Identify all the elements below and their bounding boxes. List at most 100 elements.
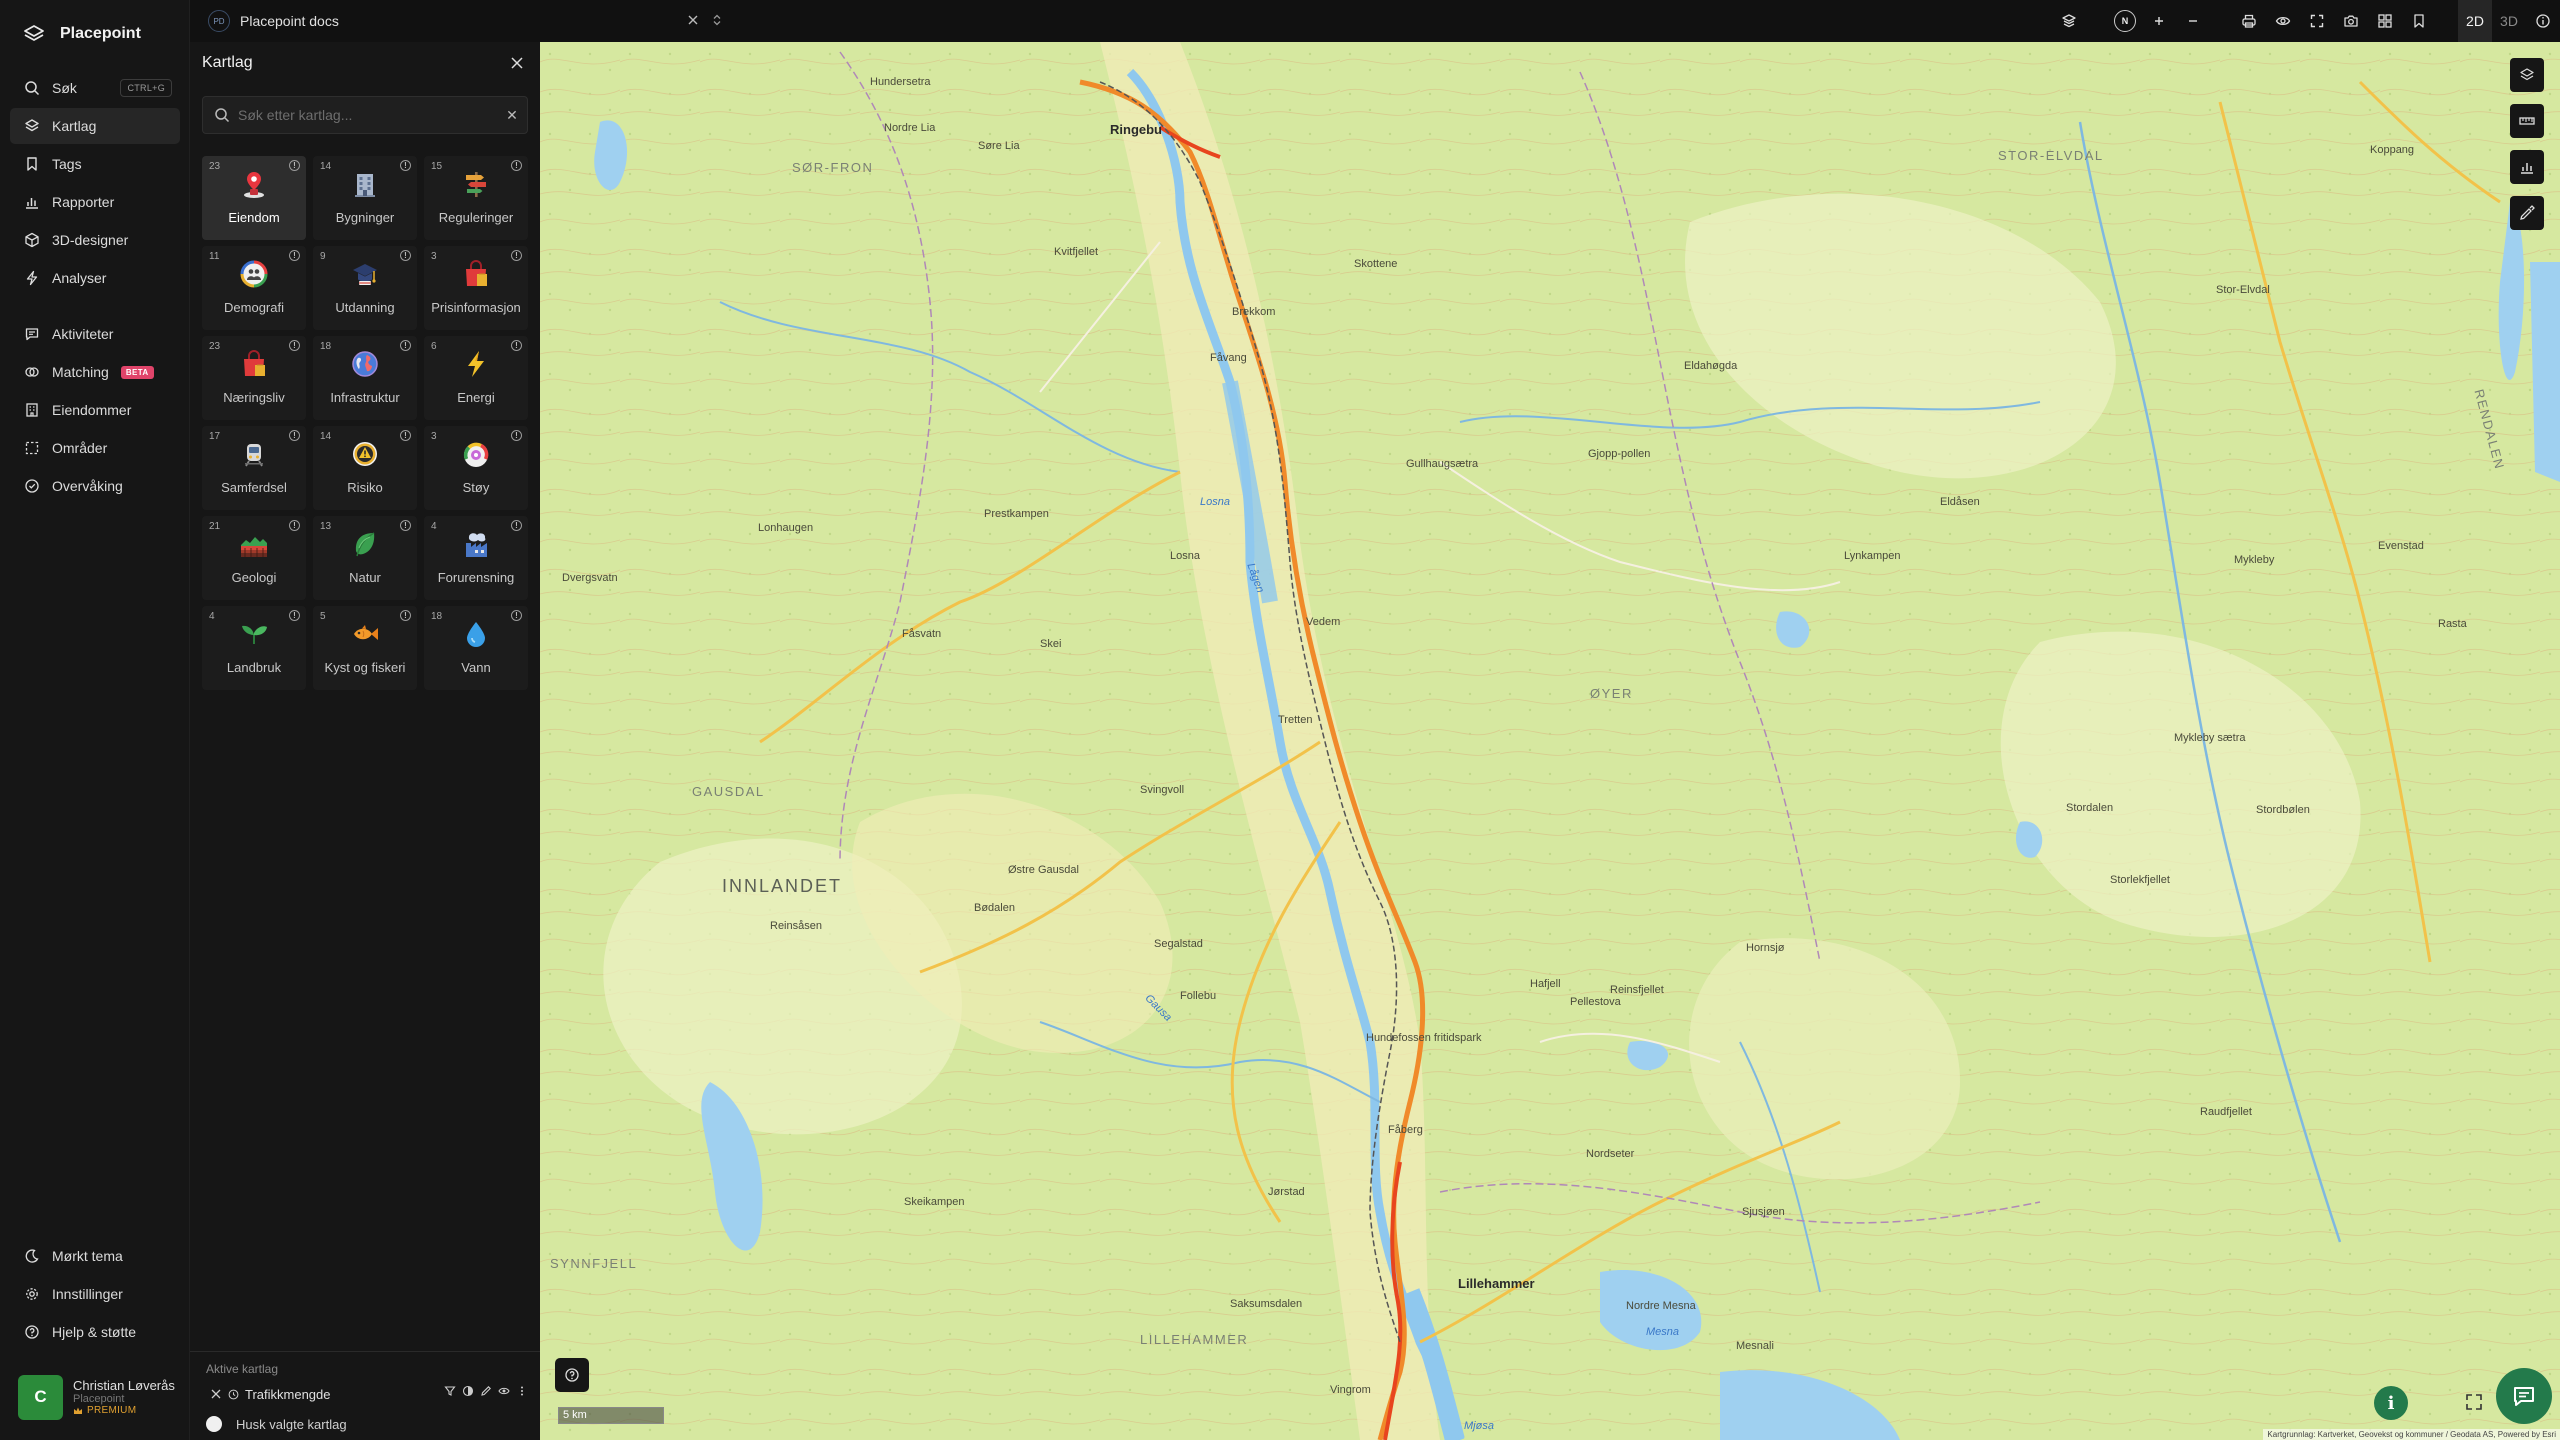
grid-view-button[interactable] [2368, 0, 2402, 42]
map-tool-chart-button[interactable] [2510, 150, 2544, 184]
info-icon[interactable]: ! [511, 520, 522, 531]
nav-item-properties[interactable]: Eiendommer [10, 392, 180, 428]
nav-item-settings[interactable]: Innstillinger [10, 1276, 180, 1312]
info-icon[interactable]: ! [289, 430, 300, 441]
info-icon[interactable]: ! [400, 340, 411, 351]
more-vertical-icon[interactable] [516, 1385, 528, 1397]
clear-search-button[interactable]: ✕ [497, 96, 527, 134]
category-tile-naeringsliv[interactable]: 23 ! Næringsliv [202, 336, 306, 420]
layer-count: 23 [209, 341, 221, 352]
info-icon[interactable]: ! [289, 340, 300, 351]
active-layer-row[interactable]: Trafikkmengde [210, 1382, 528, 1406]
layer-search-input[interactable] [238, 107, 497, 123]
category-label: Utdanning [335, 300, 395, 315]
category-tile-stoy[interactable]: 3 ! Støy [424, 426, 528, 510]
category-tile-eiendom[interactable]: 23 ! Eiendom [202, 156, 306, 240]
expand-icon[interactable] [2464, 1392, 2484, 1412]
info-icon[interactable]: ! [511, 250, 522, 261]
zoom-out-button[interactable] [2176, 0, 2210, 42]
category-tile-bygninger[interactable]: 14 ! Bygninger [313, 156, 417, 240]
category-tile-vann[interactable]: 18 ! Vann [424, 606, 528, 690]
bookmark-button[interactable] [2402, 0, 2436, 42]
info-icon[interactable]: ! [400, 520, 411, 531]
mode-3d-button[interactable]: 3D [2492, 0, 2526, 42]
toggle-knob[interactable] [206, 1416, 222, 1432]
sprout-icon [242, 625, 267, 644]
category-tile-utdanning[interactable]: 9 ! Utdanning [313, 246, 417, 330]
close-icon[interactable] [686, 13, 700, 27]
map-tool-measure-button[interactable] [2510, 104, 2544, 138]
nav-item-search[interactable]: Søk CTRL+G [10, 70, 180, 106]
category-tile-infrastruktur[interactable]: 18 ! Infrastruktur [313, 336, 417, 420]
brand[interactable]: Placepoint [22, 20, 141, 48]
info-icon[interactable]: ! [511, 610, 522, 621]
category-tile-forurensning[interactable]: 4 ! Forurensning [424, 516, 528, 600]
info-icon[interactable]: ! [511, 340, 522, 351]
map-label-place: Søre Lia [978, 140, 1020, 152]
info-icon[interactable]: ! [289, 250, 300, 261]
map-layers-3d-button[interactable] [2052, 0, 2086, 42]
chevron-up-down-icon[interactable] [710, 13, 724, 27]
screenshot-button[interactable] [2334, 0, 2368, 42]
info-icon[interactable]: ! [289, 160, 300, 171]
category-tile-risiko[interactable]: 14 ! Risiko [313, 426, 417, 510]
nav-item-3d-designer[interactable]: 3D-designer [10, 222, 180, 258]
info-icon[interactable]: ! [511, 160, 522, 171]
category-tile-natur[interactable]: 13 ! Natur [313, 516, 417, 600]
info-icon[interactable]: ! [400, 250, 411, 261]
map-label-place: Mykleby [2234, 554, 2275, 566]
mode-2d-button[interactable]: 2D [2458, 0, 2492, 42]
nav-item-monitoring[interactable]: Overvåking [10, 468, 180, 504]
nav-item-activities[interactable]: Aktiviteter [10, 316, 180, 352]
zoom-in-button[interactable] [2142, 0, 2176, 42]
edit-icon[interactable] [480, 1385, 492, 1397]
docs-tab[interactable]: PD Placepoint docs [208, 8, 724, 34]
category-tile-samferdsel[interactable]: 17 ! Samferdsel [202, 426, 306, 510]
map-label-place: Sjusjøen [1742, 1206, 1785, 1218]
category-tile-demografi[interactable]: 11 ! Demografi [202, 246, 306, 330]
category-tile-reguleringer[interactable]: 15 ! Reguleringer [424, 156, 528, 240]
factory-icon [466, 533, 487, 557]
chat-fab-button[interactable] [2496, 1368, 2552, 1424]
remove-layer-icon[interactable] [210, 1388, 222, 1400]
fullscreen-button[interactable] [2300, 0, 2334, 42]
visibility-button[interactable] [2266, 0, 2300, 42]
info-icon[interactable]: ! [289, 610, 300, 621]
panel-close-button[interactable] [506, 52, 528, 74]
user-profile[interactable]: C Christian Løverås Placepoint PREMIUM [18, 1371, 180, 1423]
info-fab-button[interactable]: i [2374, 1386, 2408, 1420]
filter-icon[interactable] [444, 1385, 456, 1397]
eye-icon[interactable] [498, 1385, 510, 1397]
compass-button[interactable]: N [2108, 0, 2142, 42]
map-tool-draw-button[interactable] [2510, 196, 2544, 230]
leaf-icon [355, 532, 375, 557]
info-icon[interactable]: ! [511, 430, 522, 441]
nav-item-dark-theme[interactable]: Mørkt tema [10, 1238, 180, 1274]
map-label-place: Dvergsvatn [562, 572, 618, 584]
remember-layers-toggle[interactable]: Husk valgte kartlag [206, 1416, 347, 1432]
category-tile-energi[interactable]: 6 ! Energi [424, 336, 528, 420]
category-tile-kyst-og-fiskeri[interactable]: 5 ! Kyst og fiskeri [313, 606, 417, 690]
nav-item-analyses[interactable]: Analyser [10, 260, 180, 296]
info-icon[interactable]: ! [400, 160, 411, 171]
opacity-icon[interactable] [462, 1385, 474, 1397]
info-button[interactable] [2526, 0, 2560, 42]
nav-item-matching[interactable]: Matching BETA [10, 354, 180, 390]
map-help-button[interactable] [555, 1358, 589, 1392]
help-icon [565, 1368, 579, 1382]
map-tool-layers-button[interactable] [2510, 58, 2544, 92]
nav-item-tags[interactable]: Tags [10, 146, 180, 182]
nav-item-layers[interactable]: Kartlag [10, 108, 180, 144]
category-tile-prisinformasjon[interactable]: 3 ! Prisinformasjon [424, 246, 528, 330]
nav-item-areas[interactable]: Områder [10, 430, 180, 466]
print-button[interactable] [2232, 0, 2266, 42]
map-label-place: Skeikampen [904, 1196, 965, 1208]
map-canvas[interactable]: INNLANDET SØR-FRON STOR-ELVDAL RENDALEN … [540, 42, 2560, 1440]
info-icon[interactable]: ! [289, 520, 300, 531]
nav-item-help[interactable]: Hjelp & støtte [10, 1314, 180, 1350]
category-tile-landbruk[interactable]: 4 ! Landbruk [202, 606, 306, 690]
info-icon[interactable]: ! [400, 610, 411, 621]
category-tile-geologi[interactable]: 21 ! Geologi [202, 516, 306, 600]
nav-item-reports[interactable]: Rapporter [10, 184, 180, 220]
info-icon[interactable]: ! [400, 430, 411, 441]
